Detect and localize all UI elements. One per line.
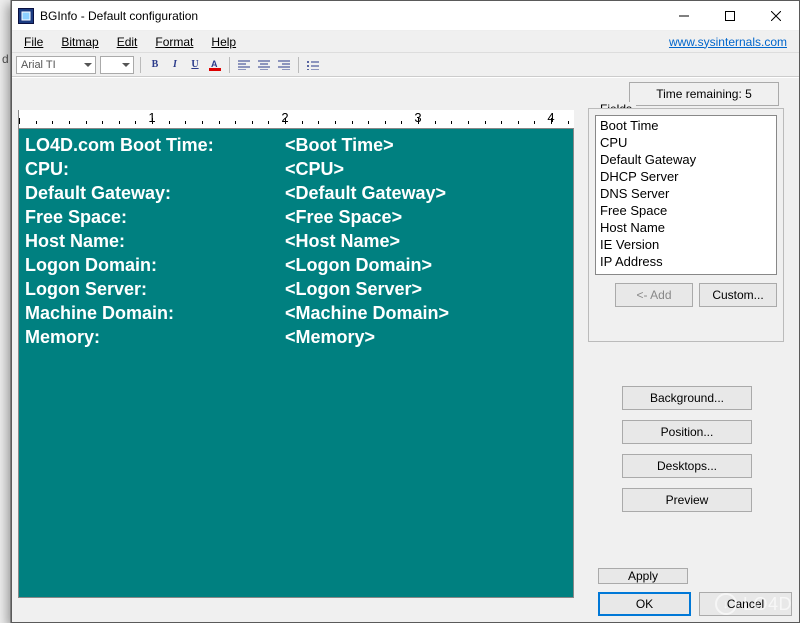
ruler[interactable]: 1 2 3 4 <box>18 110 574 128</box>
list-item[interactable]: Host Name <box>598 219 774 236</box>
color-button[interactable]: A <box>207 57 223 73</box>
minimize-button[interactable] <box>661 1 707 31</box>
dialog-buttons: Apply OK Cancel <box>598 568 792 616</box>
options-buttons: Background... Position... Desktops... Pr… <box>622 386 752 512</box>
color-icon: A <box>209 59 221 71</box>
toolbar-separator <box>298 57 299 73</box>
window-title: BGInfo - Default configuration <box>40 9 198 23</box>
editor-row: Logon Server:<Logon Server> <box>25 277 567 301</box>
underline-button[interactable]: U <box>187 57 203 73</box>
add-field-button[interactable]: <- Add <box>615 283 693 307</box>
align-left-icon <box>238 60 250 70</box>
titlebar[interactable]: BGInfo - Default configuration <box>12 1 799 31</box>
align-left-button[interactable] <box>236 57 252 73</box>
list-item[interactable]: DNS Server <box>598 185 774 202</box>
align-right-button[interactable] <box>276 57 292 73</box>
menu-file[interactable]: File <box>16 33 51 51</box>
fields-listbox[interactable]: Boot Time CPU Default Gateway DHCP Serve… <box>595 115 777 275</box>
menu-help[interactable]: Help <box>203 33 244 51</box>
editor-row: Logon Domain:<Logon Domain> <box>25 253 567 277</box>
editor-row: CPU:<CPU> <box>25 157 567 181</box>
toolbar: Arial TI B I U A <box>12 53 799 77</box>
time-remaining-label: Time remaining: 5 <box>656 87 752 101</box>
list-item[interactable] <box>598 270 774 275</box>
bullets-button[interactable] <box>305 57 321 73</box>
maximize-button[interactable] <box>707 1 753 31</box>
editor-canvas[interactable]: LO4D.com Boot Time:<Boot Time> CPU:<CPU>… <box>18 128 574 598</box>
align-right-icon <box>278 60 290 70</box>
menu-format[interactable]: Format <box>147 33 201 51</box>
menu-edit[interactable]: Edit <box>109 33 146 51</box>
toolbar-separator <box>140 57 141 73</box>
background-char: d <box>2 52 9 66</box>
background-button[interactable]: Background... <box>622 386 752 410</box>
menubar: File Bitmap Edit Format Help www.sysinte… <box>12 31 799 53</box>
editor-row: LO4D.com Boot Time:<Boot Time> <box>25 133 567 157</box>
editor-row: Default Gateway:<Default Gateway> <box>25 181 567 205</box>
font-size-selector[interactable] <box>100 56 134 74</box>
list-item[interactable]: IP Address <box>598 253 774 270</box>
toolbar-separator <box>229 57 230 73</box>
font-selector[interactable]: Arial TI <box>16 56 96 74</box>
ok-button[interactable]: OK <box>598 592 691 616</box>
italic-button[interactable]: I <box>167 57 183 73</box>
menu-bitmap[interactable]: Bitmap <box>53 33 106 51</box>
maximize-icon <box>725 11 735 21</box>
editor-row: Memory:<Memory> <box>25 325 567 349</box>
custom-field-button[interactable]: Custom... <box>699 283 777 307</box>
editor-row: Host Name:<Host Name> <box>25 229 567 253</box>
bullets-icon <box>307 60 319 70</box>
editor-row: Free Space:<Free Space> <box>25 205 567 229</box>
time-remaining-box: Time remaining: 5 <box>629 82 779 106</box>
cancel-button[interactable]: Cancel <box>699 592 792 616</box>
sysinternals-link[interactable]: www.sysinternals.com <box>669 35 795 49</box>
client-area: Time remaining: 5 1 2 3 4 LO4D.com Boot … <box>12 78 799 622</box>
position-button[interactable]: Position... <box>622 420 752 444</box>
list-item[interactable]: Boot Time <box>598 117 774 134</box>
editor-row: Machine Domain:<Machine Domain> <box>25 301 567 325</box>
apply-button[interactable]: Apply <box>598 568 688 584</box>
list-item[interactable]: Free Space <box>598 202 774 219</box>
svg-text:A: A <box>211 59 218 69</box>
list-item[interactable]: Default Gateway <box>598 151 774 168</box>
list-item[interactable]: IE Version <box>598 236 774 253</box>
list-item[interactable]: CPU <box>598 134 774 151</box>
align-center-button[interactable] <box>256 57 272 73</box>
bold-button[interactable]: B <box>147 57 163 73</box>
align-center-icon <box>258 60 270 70</box>
list-item[interactable]: DHCP Server <box>598 168 774 185</box>
fields-group: Boot Time CPU Default Gateway DHCP Serve… <box>588 108 784 342</box>
desktops-button[interactable]: Desktops... <box>622 454 752 478</box>
app-window: BGInfo - Default configuration File Bitm… <box>11 0 800 623</box>
app-icon <box>18 8 34 24</box>
close-icon <box>771 11 781 21</box>
font-name: Arial TI <box>21 59 56 71</box>
minimize-icon <box>679 11 689 21</box>
close-button[interactable] <box>753 1 799 31</box>
background-window-edge: d <box>0 0 11 623</box>
preview-button[interactable]: Preview <box>622 488 752 512</box>
